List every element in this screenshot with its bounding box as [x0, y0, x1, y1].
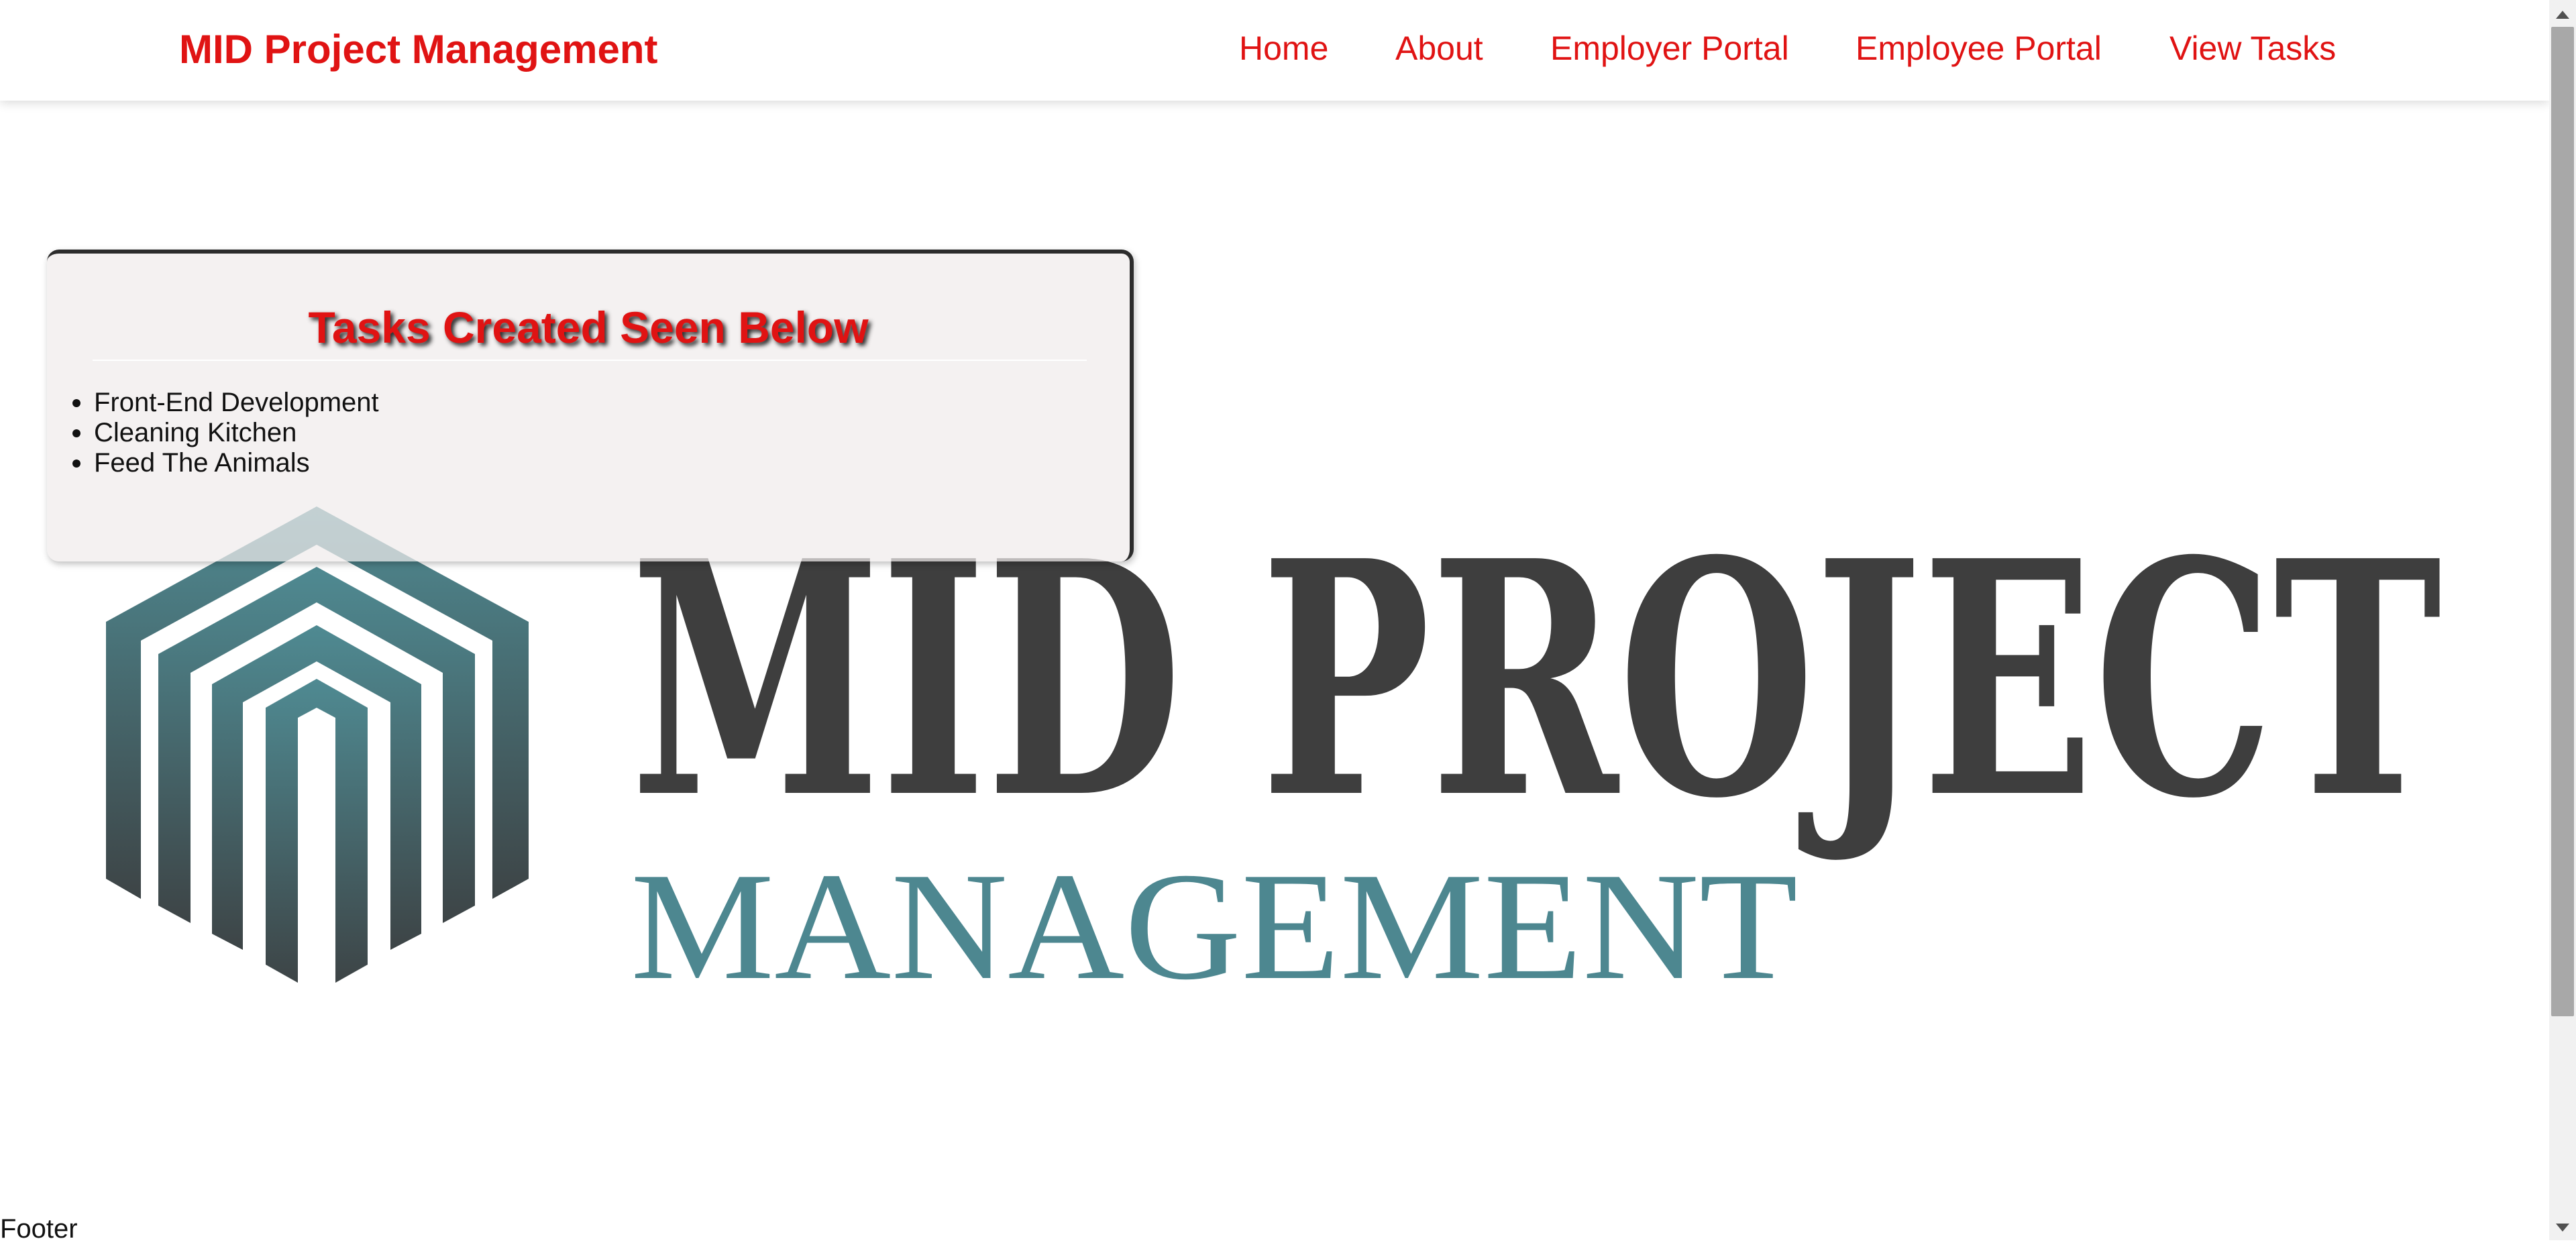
scrollbar-thumb[interactable] — [2551, 27, 2574, 1016]
tasks-panel: Tasks Created Seen Below Front-End Devel… — [47, 250, 1134, 561]
company-logo-graphic: MID PROJECT MANAGEMENT — [106, 491, 2442, 1012]
tasks-divider — [93, 360, 1087, 361]
nav-home[interactable]: Home — [1239, 27, 1328, 70]
task-item: Front-End Development — [47, 388, 379, 418]
site-brand[interactable]: MID Project Management — [179, 25, 657, 74]
nav-view-tasks[interactable]: View Tasks — [2169, 27, 2336, 70]
scroll-up-arrow-icon[interactable] — [2556, 11, 2569, 19]
nav-employer-portal[interactable]: Employer Portal — [1550, 27, 1789, 70]
top-navbar: MID Project Management Home About Employ… — [0, 0, 2549, 101]
nav-about[interactable]: About — [1395, 27, 1483, 70]
task-item: Feed The Animals — [47, 448, 379, 478]
tasks-panel-title: Tasks Created Seen Below — [308, 303, 869, 352]
scroll-down-arrow-icon[interactable] — [2556, 1224, 2569, 1232]
logo-subtitle: MANAGEMENT — [631, 841, 1798, 1012]
nav-employee-portal[interactable]: Employee Portal — [1856, 27, 2102, 70]
task-item: Cleaning Kitchen — [47, 418, 379, 448]
hexagon-emblem-icon — [106, 506, 529, 983]
company-logo: MID PROJECT MANAGEMENT — [101, 491, 2449, 1013]
task-list: Front-End Development Cleaning Kitchen F… — [47, 388, 379, 478]
